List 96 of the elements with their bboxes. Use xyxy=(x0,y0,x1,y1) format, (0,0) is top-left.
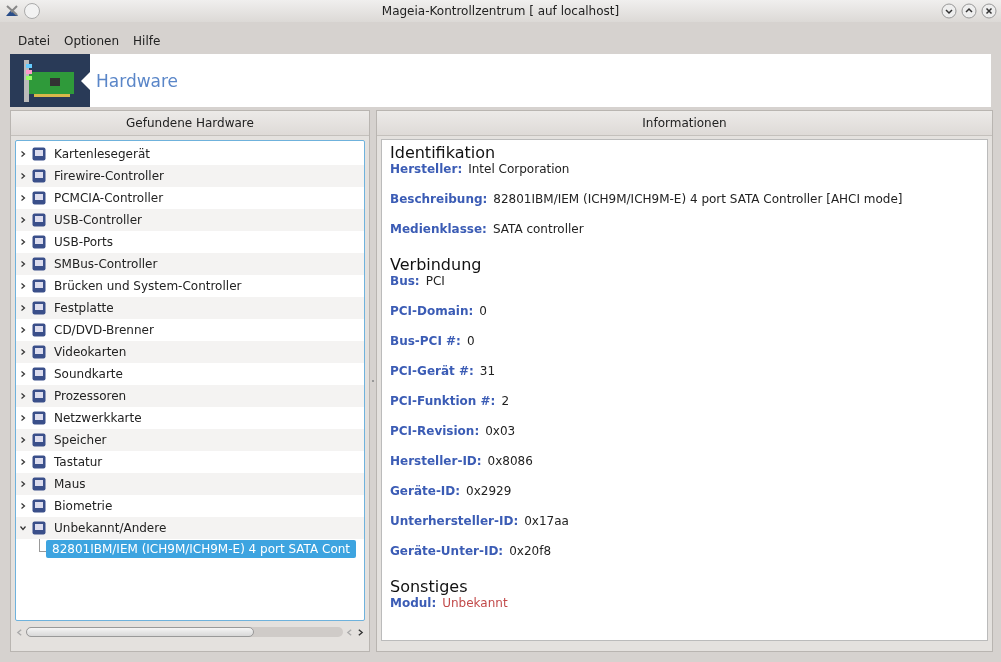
tree-item[interactable]: Tastatur xyxy=(52,454,105,470)
field-label: Hersteller: xyxy=(390,162,463,176)
tree-item[interactable]: Netzwerkkarte xyxy=(52,410,144,426)
expander-icon[interactable] xyxy=(19,172,27,180)
field-value: Intel Corporation xyxy=(468,162,570,176)
tree-item[interactable]: Prozessoren xyxy=(52,388,129,404)
field-label: Geräte-ID: xyxy=(390,484,461,498)
field-label: Hersteller-ID: xyxy=(390,454,482,468)
expander-icon[interactable] xyxy=(19,414,27,422)
device-icon xyxy=(31,234,47,250)
field-label: Geräte-Unter-ID: xyxy=(390,544,504,558)
tree-item[interactable]: Speicher xyxy=(52,432,109,448)
section-heading: Sonstiges xyxy=(390,577,469,596)
expander-icon[interactable] xyxy=(19,458,27,466)
device-icon xyxy=(31,520,47,536)
banner-title: Hardware xyxy=(96,70,179,91)
field-value: 0 xyxy=(479,304,487,318)
field-value: 0x17aa xyxy=(524,514,569,528)
tree-item[interactable]: Brücken und System-Controller xyxy=(52,278,244,294)
tree-item[interactable]: USB-Controller xyxy=(52,212,144,228)
tree-item[interactable]: Biometrie xyxy=(52,498,115,514)
device-icon xyxy=(31,344,47,360)
section-heading: Identifikation xyxy=(390,143,497,162)
field-label: Medienklasse: xyxy=(390,222,487,236)
field-label: PCI-Domain: xyxy=(390,304,474,318)
device-icon xyxy=(31,278,47,294)
device-icon xyxy=(31,322,47,338)
section-heading: Verbindung xyxy=(390,255,483,274)
expander-icon[interactable] xyxy=(19,392,27,400)
field-label: Bus-PCI #: xyxy=(390,334,461,348)
device-icon xyxy=(31,476,47,492)
device-icon xyxy=(31,498,47,514)
tools-icon[interactable] xyxy=(4,3,20,19)
device-icon xyxy=(31,366,47,382)
expander-icon[interactable] xyxy=(19,304,27,312)
minimize-button[interactable] xyxy=(941,3,957,19)
expander-icon[interactable] xyxy=(19,502,27,510)
device-icon xyxy=(31,432,47,448)
expander-icon[interactable] xyxy=(19,480,27,488)
field-value: 0x03 xyxy=(485,424,516,438)
field-value: 82801IBM/IEM (ICH9M/ICH9M-E) 4 port SATA Controller [AHCI mode] xyxy=(493,192,903,206)
tree-item[interactable]: USB-Ports xyxy=(52,234,115,250)
pane-header: Gefundene Hardware xyxy=(11,111,369,136)
menu-item[interactable]: Datei xyxy=(18,34,50,52)
field-label: Unterhersteller-ID: xyxy=(390,514,519,528)
tree-item[interactable]: Maus xyxy=(52,476,88,492)
expander-icon[interactable] xyxy=(19,326,27,334)
menu-item[interactable]: Hilfe xyxy=(133,34,161,52)
tree-item[interactable]: Soundkarte xyxy=(52,366,125,382)
window-title: Mageia-Kontrollzentrum [ auf localhost] xyxy=(380,4,621,18)
pane-header: Informationen xyxy=(377,111,992,136)
field-value: SATA controller xyxy=(492,222,584,236)
scrollbar-track[interactable] xyxy=(26,627,343,637)
tree-item[interactable]: Kartenlesegerät xyxy=(52,146,152,162)
device-icon xyxy=(31,146,47,162)
tree-item[interactable]: PCMCIA-Controller xyxy=(52,190,166,206)
expander-icon[interactable] xyxy=(19,282,27,290)
field-value: PCI xyxy=(425,274,445,288)
device-icon xyxy=(31,410,47,426)
menu-item[interactable]: Optionen xyxy=(64,34,120,52)
field-value: 0 xyxy=(466,334,475,348)
field-label: PCI-Gerät #: xyxy=(390,364,474,378)
expander-icon[interactable] xyxy=(19,194,27,202)
device-icon xyxy=(31,300,47,316)
field-value: 31 xyxy=(479,364,496,378)
device-icon xyxy=(31,454,47,470)
field-label: Modul: xyxy=(390,596,437,610)
tree-item[interactable]: CD/DVD-Brenner xyxy=(52,322,156,338)
tree-item[interactable]: Festplatte xyxy=(52,300,116,316)
device-icon xyxy=(31,190,47,206)
field-value: Unbekannt xyxy=(442,596,508,610)
expander-icon[interactable] xyxy=(19,370,27,378)
device-icon xyxy=(31,212,47,228)
expander-icon[interactable] xyxy=(19,238,27,246)
field-value: 0x20f8 xyxy=(509,544,552,558)
expander-icon[interactable] xyxy=(19,150,27,158)
expander-icon[interactable] xyxy=(19,348,27,356)
scrollbar-thumb[interactable] xyxy=(26,627,255,637)
field-label: PCI-Revision: xyxy=(390,424,480,438)
device-icon xyxy=(31,256,47,272)
tree-item[interactable]: Videokarten xyxy=(52,344,129,360)
field-label: PCI-Funktion #: xyxy=(390,394,496,408)
device-icon xyxy=(31,168,47,184)
field-value: 0x2929 xyxy=(466,484,512,498)
maximize-button[interactable] xyxy=(961,3,977,19)
close-button[interactable] xyxy=(981,3,997,19)
field-value: 0x8086 xyxy=(487,454,533,468)
field-value: 2 xyxy=(501,394,510,408)
device-icon xyxy=(31,388,47,404)
expander-icon[interactable] xyxy=(19,436,27,444)
field-label: Bus: xyxy=(390,274,420,288)
expander-icon[interactable] xyxy=(19,524,27,532)
field-label: Beschreibung: xyxy=(390,192,488,206)
expander-icon[interactable] xyxy=(19,260,27,268)
banner-pointer xyxy=(81,71,90,90)
expander-icon[interactable] xyxy=(19,216,27,224)
